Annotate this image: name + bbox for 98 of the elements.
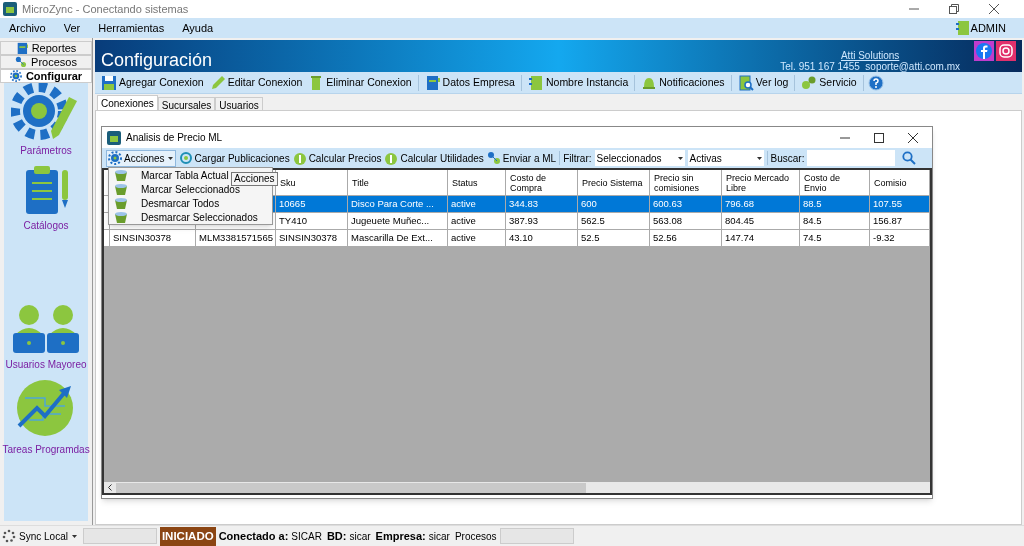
table-cell: Mascarilla De Ext... [348,230,448,246]
table-cell: active [448,230,506,246]
search-button[interactable] [902,151,917,165]
toolbar-button[interactable]: Datos Empresa [422,74,517,91]
status-label: Conectado a: [218,528,289,544]
table-cell: SINSIN30378 [110,230,196,246]
tooltip: Acciones [231,172,278,186]
caret-icon [756,156,762,160]
loading-spinner-icon [2,529,16,543]
maximize-icon [874,132,884,143]
gear-icon [9,70,22,82]
status-value: sicar [349,529,371,544]
user-name[interactable]: ADMIN [970,19,1006,37]
search-field[interactable] [807,150,896,166]
caret-icon [677,156,683,160]
notebook-icon [527,74,544,91]
menu-item[interactable]: Marcar Tabla Actual [141,167,229,183]
status-label: Empresa: [375,528,426,544]
network-icon [486,151,501,165]
notebook-icon [954,20,969,36]
sidebar-item[interactable]: Usuarios Mayoreo [5,357,87,372]
cup-icon [113,209,129,225]
status-label: BD: [326,528,347,544]
tab[interactable]: Usuarios [215,97,263,110]
network-icon [15,56,28,68]
minimize-icon [909,8,919,10]
status-text: Procesos [454,529,497,544]
binder-icon [15,42,28,54]
menu-item[interactable]: Desmarcar Seleccionados [141,209,258,225]
app-icon [2,1,18,17]
menu-item[interactable]: Ayuda [179,19,217,37]
status-value: SICAR [291,529,322,544]
menu-item[interactable]: Desmarcar Todos [141,195,220,211]
actions-dropdown[interactable]: Acciones [106,149,176,167]
app-icon [106,129,122,146]
help-button[interactable] [867,74,884,91]
sidebar-item[interactable]: Parámetros [20,143,72,158]
company-link[interactable]: Atti Solutions [840,50,900,61]
sidebar-tab[interactable]: Configurar [0,69,92,83]
status-badge: INICIADO [159,526,216,546]
sidebar-tab[interactable]: Procesos [0,55,92,69]
table-cell: 43.10 [506,230,578,246]
users-icon [11,303,81,355]
horizontal-scrollbar[interactable] [102,482,932,495]
coin-icon [292,151,307,165]
sync-dropdown[interactable]: Sync Local [19,528,78,544]
menu-item[interactable]: Ver [60,19,84,37]
table-cell: 52.56 [650,230,722,246]
menu-item[interactable]: Herramientas [95,19,168,37]
child-window-title: Analisis de Precio ML [126,131,223,145]
toolbar-button[interactable]: Enviar a ML [486,150,557,166]
status-value: sicar [428,529,450,544]
coin-icon [384,151,399,165]
gear-icon [108,151,122,165]
close-icon [989,4,999,14]
contact-text: Tel. 951 167 1455 soporte@atti.com.mx [780,61,960,72]
toolbar-button[interactable]: Calcular Utilidades [384,150,484,166]
binder-icon [424,74,441,91]
filter-dropdown[interactable]: Activas [687,150,764,166]
toolbar-button[interactable]: Servicio [799,74,859,91]
toolbar-button[interactable]: Agregar Conexion [99,74,206,91]
menu-item[interactable]: Archivo [6,19,49,37]
table-cell: SINSIN30378 [276,230,348,246]
toolbar-button[interactable]: Calcular Precios [292,150,382,166]
table-cell: 52.5 [578,230,650,246]
caret-icon [70,532,78,540]
facebook-icon [974,41,994,61]
minimize-icon [840,136,850,139]
sidebar-item[interactable]: Catálogos [23,218,69,233]
tab[interactable]: Conexiones [97,95,158,110]
toolbar-button[interactable]: Editar Conexion [207,74,305,91]
search-label: Buscar: [770,151,805,166]
page-title: Configuración [101,49,213,72]
sidebar-tab[interactable]: Reportes [0,41,92,55]
toolbar-button[interactable]: Eliminar Conexion [306,74,414,91]
caret-icon [166,154,174,162]
cup-icon [113,181,129,197]
toolbar-button[interactable]: Nombre Instancia [525,74,631,91]
toolbar-button[interactable]: Ver log [735,74,791,91]
toolbar-button[interactable]: Notificaciones [639,74,727,91]
table-cell: 147.74 [722,230,800,246]
filter-label: Filtrar: [563,151,592,166]
cup-icon [113,195,129,211]
cup-icon [113,167,129,183]
table-cell: 74.5 [800,230,870,246]
tab[interactable]: Sucursales [157,97,216,110]
pencil-icon [209,74,226,91]
toolbar-button[interactable]: Cargar Publicaciones [178,150,290,166]
restore-icon [949,4,959,14]
filter-dropdown[interactable]: Seleccionados [594,150,685,166]
table-row[interactable]: SINSIN30378 MLM3381571565 SINSIN30378 Mascarilla De Ext... active 43.10 52.5 52.56 147.74 74.5 -9.32 [104,229,930,246]
close-icon [908,132,918,143]
window-title: MicroZync - Conectando sistemas [22,1,189,17]
instagram-icon [996,41,1016,61]
table-cell: -9.32 [870,230,930,246]
document-search-icon [737,74,754,91]
table-cell: MLM3381571565 [196,230,276,246]
sidebar-item[interactable]: Tareas Programdas [2,442,90,457]
